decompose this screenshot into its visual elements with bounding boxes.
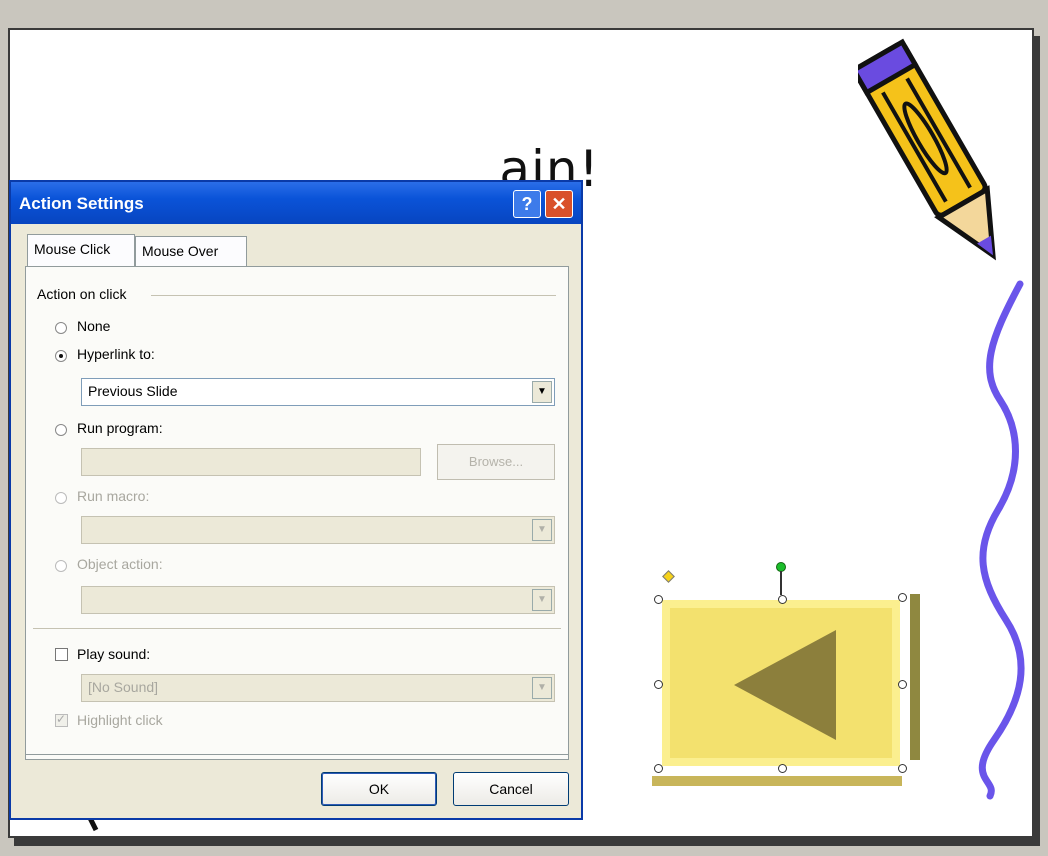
radio-hyperlink[interactable] <box>55 350 67 362</box>
help-icon[interactable]: ? <box>513 190 541 218</box>
ok-button[interactable]: OK <box>321 772 437 806</box>
radio-run-macro[interactable] <box>55 492 67 504</box>
action-button-bevel-bottom <box>652 776 902 786</box>
dialog-title: Action Settings <box>19 194 144 213</box>
play-sound-label: Play sound: <box>77 646 151 662</box>
option-label-run-program: Run program: <box>77 420 163 436</box>
option-label-object-action: Object action: <box>77 556 163 572</box>
run-program-input[interactable] <box>81 448 421 476</box>
resize-handle[interactable] <box>778 595 787 604</box>
section-divider <box>33 628 561 629</box>
resize-handle[interactable] <box>898 764 907 773</box>
option-label-none: None <box>77 318 111 334</box>
group-divider <box>151 295 556 296</box>
radio-none[interactable] <box>55 322 67 334</box>
tab-mouse-over[interactable]: Mouse Over <box>135 236 247 266</box>
hyperlink-value: Previous Slide <box>88 383 178 399</box>
action-settings-dialog: Action Settings ? ✕ Mouse Click Mouse Ov… <box>9 180 583 820</box>
option-label-hyperlink: Hyperlink to: <box>77 346 155 362</box>
radio-run-program[interactable] <box>55 424 67 436</box>
dropdown-arrow-icon[interactable]: ▼ <box>532 519 552 541</box>
resize-handle[interactable] <box>778 764 787 773</box>
resize-handle[interactable] <box>654 680 663 689</box>
option-label-run-macro: Run macro: <box>77 488 150 504</box>
resize-handle[interactable] <box>898 593 907 602</box>
hyperlink-select[interactable]: Previous Slide ▼ <box>81 378 555 406</box>
sound-select[interactable]: [No Sound] ▼ <box>81 674 555 702</box>
pencil-icon[interactable] <box>858 30 1018 290</box>
run-macro-select[interactable]: ▼ <box>81 516 555 544</box>
dropdown-arrow-icon[interactable]: ▼ <box>532 589 552 611</box>
resize-handle[interactable] <box>654 764 663 773</box>
action-button-bevel <box>910 594 920 760</box>
dropdown-arrow-icon[interactable]: ▼ <box>532 381 552 403</box>
panel-bottom-edge <box>25 754 569 755</box>
cancel-button[interactable]: Cancel <box>453 772 569 806</box>
close-icon[interactable]: ✕ <box>545 190 573 218</box>
browse-button[interactable]: Browse... <box>437 444 555 480</box>
resize-handle[interactable] <box>898 680 907 689</box>
squiggle-line[interactable] <box>970 280 1040 800</box>
tab-mouse-click[interactable]: Mouse Click <box>27 234 135 266</box>
rotate-handle-stem <box>780 571 782 595</box>
highlight-click-checkbox[interactable] <box>55 712 68 727</box>
play-sound-checkbox[interactable] <box>55 648 68 661</box>
dropdown-arrow-icon[interactable]: ▼ <box>532 677 552 699</box>
radio-object-action[interactable] <box>55 560 67 572</box>
resize-handle[interactable] <box>654 595 663 604</box>
group-label: Action on click <box>37 286 127 302</box>
sound-value: [No Sound] <box>88 679 159 695</box>
highlight-click-label: Highlight click <box>77 712 163 728</box>
object-action-select[interactable]: ▼ <box>81 586 555 614</box>
dialog-titlebar[interactable]: Action Settings ? ✕ <box>11 182 581 224</box>
back-action-button[interactable] <box>650 590 920 786</box>
back-arrow-icon <box>734 630 836 740</box>
